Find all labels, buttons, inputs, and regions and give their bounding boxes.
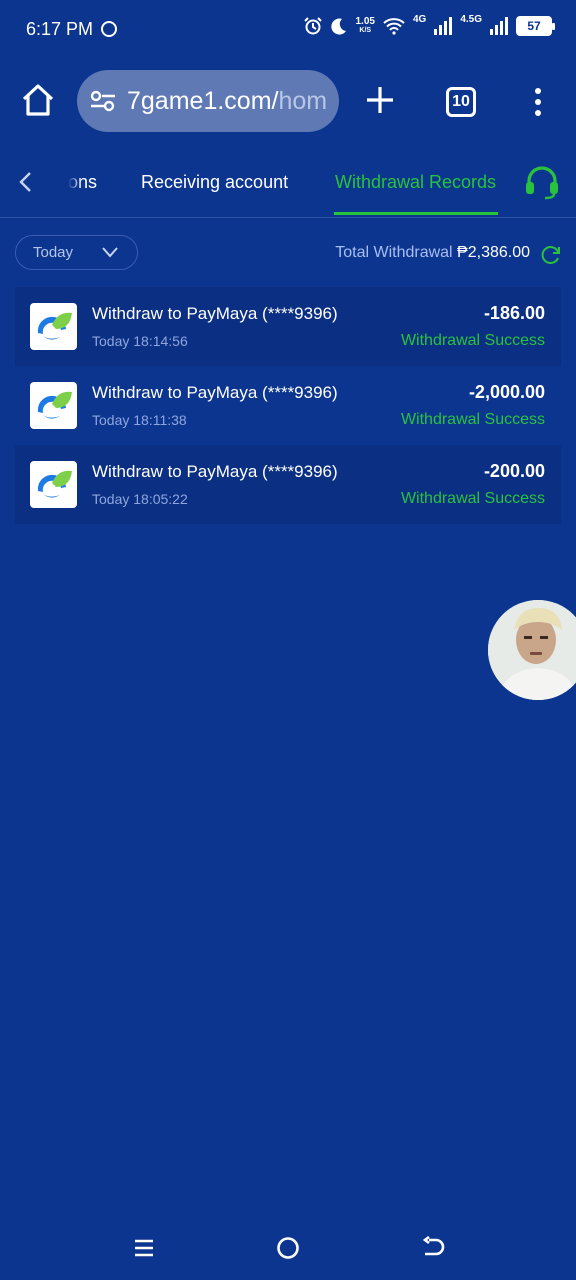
plus-icon[interactable] — [362, 82, 398, 118]
battery-level: 57 — [527, 19, 541, 33]
tab-withdrawal-records[interactable]: Withdrawal Records — [335, 172, 496, 193]
paymaya-logo-icon — [30, 461, 77, 508]
record-amount: -200.00 — [483, 461, 545, 481]
more-vert-icon[interactable] — [528, 86, 548, 118]
speed-unit: K/S — [359, 27, 372, 34]
recents-icon[interactable] — [133, 1238, 155, 1258]
record-title: Withdraw to PayMaya (****9396) — [92, 462, 338, 481]
total-amount: ₱2,386.00 — [457, 244, 530, 261]
camera-bubble[interactable] — [488, 600, 576, 700]
tab-count: 10 — [452, 93, 470, 110]
alarm-icon — [303, 17, 322, 35]
network-speed: 1.05 K/S — [356, 17, 375, 35]
network-label-1: 4G — [412, 14, 427, 25]
battery-icon: 57 — [516, 16, 555, 36]
record-status: Withdrawal Success — [400, 411, 545, 428]
record-status: Withdrawal Success — [400, 490, 545, 507]
chevron-down-icon — [102, 247, 118, 258]
total-withdrawal: Total Withdrawal ₱2,386.00 — [335, 244, 530, 262]
signal-icon-2 — [490, 17, 508, 35]
paymaya-logo-icon — [30, 382, 77, 429]
withdrawal-records-list: Withdraw to PayMaya (****9396) Today 18:… — [15, 287, 561, 524]
record-title: Withdraw to PayMaya (****9396) — [92, 304, 338, 323]
status-time: 6:17 PM — [26, 18, 94, 39]
chevron-left-icon[interactable] — [16, 170, 36, 194]
messenger-icon — [101, 21, 118, 37]
tab-partial[interactable]: ons — [68, 172, 97, 193]
record-amount: -2,000.00 — [468, 382, 545, 402]
record-amount: -186.00 — [483, 303, 545, 323]
record-row[interactable]: Withdraw to PayMaya (****9396) Today 18:… — [15, 366, 561, 445]
back-icon[interactable] — [421, 1236, 445, 1260]
record-status: Withdrawal Success — [400, 332, 545, 349]
record-row[interactable]: Withdraw to PayMaya (****9396) Today 18:… — [15, 287, 561, 366]
network-label-2: 4.5G — [460, 14, 482, 25]
record-time: Today 18:14:56 — [92, 333, 188, 349]
system-nav-bar — [0, 1216, 576, 1280]
date-filter-select[interactable]: Today — [15, 235, 138, 270]
tune-icon[interactable] — [89, 90, 117, 112]
url-rest: hom — [278, 86, 328, 115]
headset-icon[interactable] — [524, 164, 560, 200]
status-icons: 1.05 K/S 4G 4.5G 57 — [303, 14, 555, 36]
tab-receiving-account[interactable]: Receiving account — [141, 172, 288, 193]
date-filter-value: Today — [33, 244, 74, 261]
total-label: Total Withdrawal — [335, 244, 458, 261]
url-main: 7game1.com/ — [127, 86, 279, 115]
refresh-icon[interactable] — [540, 244, 562, 266]
speed-value: 1.05 — [355, 16, 375, 27]
wifi-icon — [383, 18, 405, 35]
status-bar: 6:17 PM 1.05 K/S 4G 4.5G 57 — [0, 0, 576, 58]
tab-switcher-icon[interactable]: 10 — [446, 87, 476, 117]
url-bar[interactable]: 7game1.com/hom — [77, 70, 339, 132]
home-icon[interactable] — [20, 82, 56, 118]
record-title: Withdraw to PayMaya (****9396) — [92, 383, 338, 402]
signal-icon — [434, 17, 453, 35]
record-row[interactable]: Withdraw to PayMaya (****9396) Today 18:… — [15, 445, 561, 524]
record-time: Today 18:05:22 — [92, 491, 188, 507]
active-tab-indicator — [334, 212, 498, 215]
home-circle-icon[interactable] — [276, 1236, 300, 1260]
url-text: 7game1.com/hom — [127, 87, 327, 116]
browser-toolbar: 7game1.com/hom 10 — [0, 68, 576, 138]
record-time: Today 18:11:38 — [92, 412, 187, 428]
paymaya-logo-icon — [30, 303, 77, 350]
moon-icon — [330, 18, 346, 35]
record-tabs: ons Receiving account Withdrawal Records — [0, 150, 576, 218]
